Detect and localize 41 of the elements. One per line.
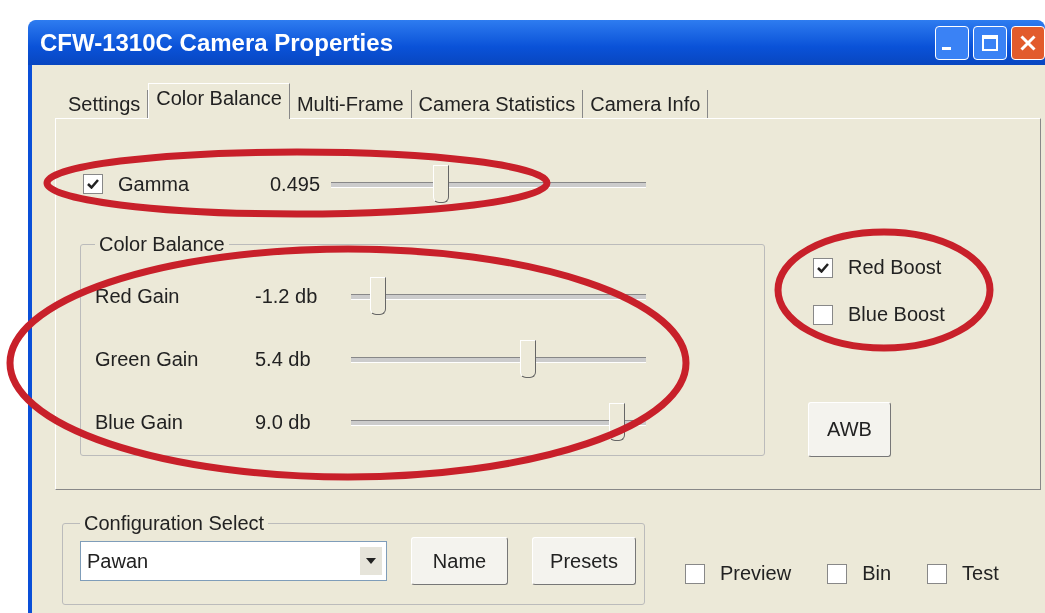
tab[interactable]: Camera Statistics <box>411 90 584 118</box>
slider-label: Red Gain <box>95 284 181 308</box>
group-title: Configuration Select <box>83 512 266 535</box>
window-title: CFW-1310C Camera Properties <box>40 28 393 57</box>
slider-thumb[interactable] <box>433 165 450 203</box>
config-button[interactable]: Presets <box>532 537 636 585</box>
checkbox[interactable] <box>685 563 705 584</box>
tab[interactable]: Camera Info <box>583 90 709 118</box>
checkbox-label: Test <box>962 562 999 585</box>
value-label: 5.4 db <box>255 347 312 371</box>
checkbox[interactable] <box>813 304 833 325</box>
checkbox-label: Bin <box>862 562 892 585</box>
awb-button[interactable]: AWB <box>808 402 891 457</box>
slider-thumb[interactable] <box>369 277 386 315</box>
maximize-icon <box>982 34 998 51</box>
checkbox[interactable] <box>83 174 103 194</box>
checkbox[interactable] <box>927 563 948 584</box>
checkbox-label: Preview <box>720 562 792 585</box>
close-button[interactable] <box>1011 25 1045 60</box>
value-label: -1.2 db <box>255 284 319 308</box>
checkbox-label: Blue Boost <box>848 303 945 326</box>
tab[interactable]: Multi-Frame <box>289 90 412 118</box>
tab[interactable]: Color Balance <box>148 83 290 119</box>
slider-label: Blue Gain <box>95 410 184 434</box>
minimize-button[interactable] <box>935 25 969 60</box>
checkbox[interactable] <box>827 563 848 584</box>
checkbox-label: Red Boost <box>848 256 942 279</box>
config-button[interactable]: Name <box>411 537 508 585</box>
value-label: 9.0 db <box>255 410 312 434</box>
slider-label: Green Gain <box>95 347 200 371</box>
checkbox[interactable] <box>813 257 833 278</box>
minimize-icon <box>941 47 951 50</box>
maximize-button[interactable] <box>973 25 1007 60</box>
group-title: Color Balance <box>98 233 226 256</box>
checkbox-label: Gamma <box>118 172 190 196</box>
configuration-dropdown[interactable]: Pawan <box>80 541 387 581</box>
checkmark-icon <box>87 179 99 189</box>
value-label: 0.495 <box>270 172 322 196</box>
slider-thumb[interactable] <box>520 340 536 378</box>
checkmark-icon <box>817 262 829 273</box>
close-icon <box>1020 34 1036 51</box>
